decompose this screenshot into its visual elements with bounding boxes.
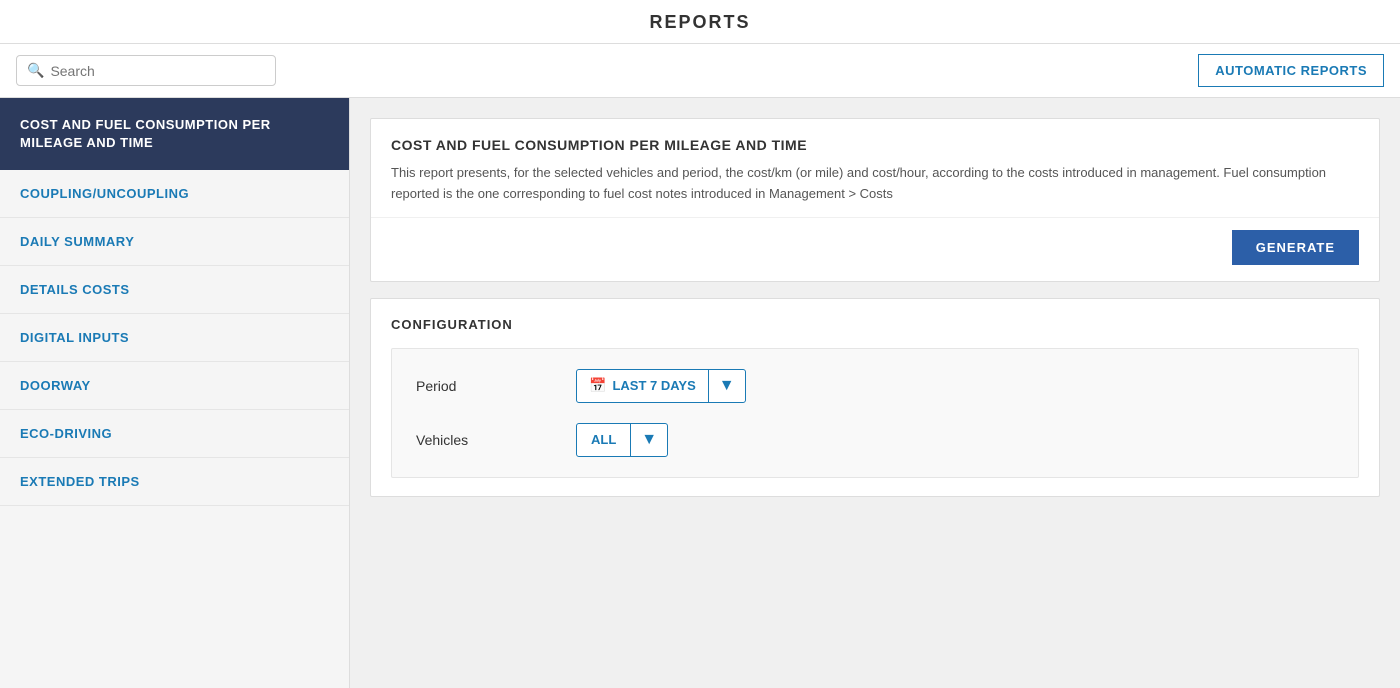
vehicles-selector[interactable]: ALL ▼ — [576, 423, 668, 457]
period-row: Period 📅 LAST 7 DAYS ▼ — [416, 369, 1334, 403]
sidebar-item-digital-inputs[interactable]: DIGITAL INPUTS — [0, 314, 349, 362]
sidebar-item-coupling[interactable]: COUPLING/UNCOUPLING — [0, 170, 349, 218]
period-selector-value: 📅 LAST 7 DAYS — [577, 370, 708, 401]
report-card-header: COST AND FUEL CONSUMPTION PER MILEAGE AN… — [371, 119, 1379, 217]
sidebar-item-daily-summary[interactable]: DAILY SUMMARY — [0, 218, 349, 266]
report-description: This report presents, for the selected v… — [391, 163, 1359, 205]
sidebar: COST AND FUEL CONSUMPTION PER MILEAGE AN… — [0, 98, 350, 688]
configuration-card: CONFIGURATION Period 📅 LAST 7 DAYS ▼ — [370, 298, 1380, 497]
report-card-footer: GENERATE — [371, 217, 1379, 281]
period-value: LAST 7 DAYS — [612, 378, 695, 393]
sidebar-item-doorway[interactable]: DOORWAY — [0, 362, 349, 410]
toolbar: 🔍 AUTOMATIC REPORTS — [0, 44, 1400, 98]
main-layout: COST AND FUEL CONSUMPTION PER MILEAGE AN… — [0, 98, 1400, 688]
vehicles-dropdown-arrow[interactable]: ▼ — [630, 424, 667, 456]
report-title: COST AND FUEL CONSUMPTION PER MILEAGE AN… — [391, 137, 1359, 153]
vehicles-selector-value: ALL — [577, 425, 630, 454]
search-input[interactable] — [50, 63, 265, 79]
page-header: REPORTS — [0, 0, 1400, 44]
content-area: COST AND FUEL CONSUMPTION PER MILEAGE AN… — [350, 98, 1400, 688]
period-selector[interactable]: 📅 LAST 7 DAYS ▼ — [576, 369, 746, 403]
period-dropdown-arrow[interactable]: ▼ — [708, 370, 745, 402]
sidebar-item-eco-driving[interactable]: ECO-DRIVING — [0, 410, 349, 458]
generate-button[interactable]: GENERATE — [1232, 230, 1359, 265]
page-title: REPORTS — [0, 12, 1400, 33]
vehicles-label: Vehicles — [416, 432, 576, 448]
vehicles-row: Vehicles ALL ▼ — [416, 423, 1334, 457]
calendar-icon: 📅 — [589, 377, 606, 394]
vehicles-value: ALL — [591, 432, 616, 447]
sidebar-item-extended-trips[interactable]: EXTENDED TRIPS — [0, 458, 349, 506]
automatic-reports-button[interactable]: AUTOMATIC REPORTS — [1198, 54, 1384, 87]
report-info-card: COST AND FUEL CONSUMPTION PER MILEAGE AN… — [370, 118, 1380, 282]
configuration-title: CONFIGURATION — [391, 317, 1359, 332]
sidebar-item-details-costs[interactable]: DETAILS COSTS — [0, 266, 349, 314]
period-label: Period — [416, 378, 576, 394]
configuration-inner: Period 📅 LAST 7 DAYS ▼ Vehicles ALL — [391, 348, 1359, 478]
sidebar-item-active[interactable]: COST AND FUEL CONSUMPTION PER MILEAGE AN… — [0, 98, 349, 170]
search-box[interactable]: 🔍 — [16, 55, 276, 86]
search-icon: 🔍 — [27, 62, 44, 79]
